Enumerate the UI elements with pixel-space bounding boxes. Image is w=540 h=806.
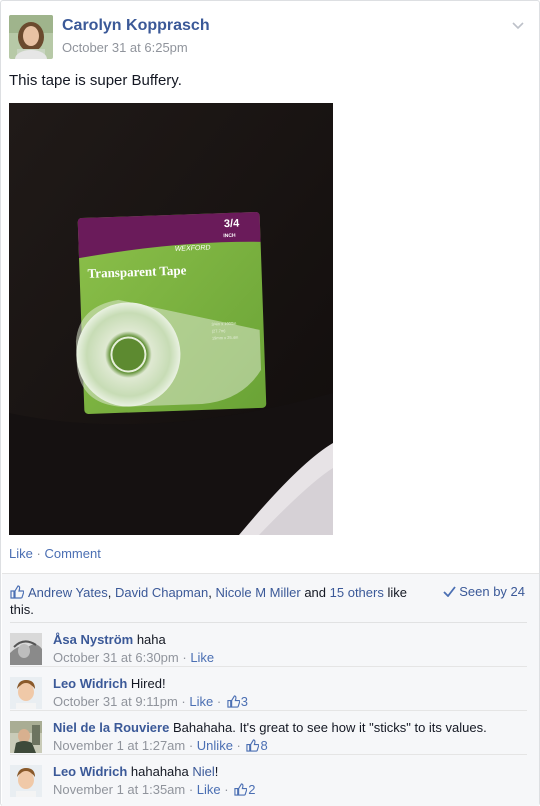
liker-name[interactable]: Nicole M Miller <box>215 585 300 600</box>
feedback-section: Andrew Yates, David Chapman, Nicole M Mi… <box>2 573 539 806</box>
author-name[interactable]: Carolyn Kopprasch <box>62 17 210 35</box>
comment-like-link[interactable]: Like <box>189 694 213 709</box>
thumbs-up-icon <box>227 695 240 708</box>
comment-timestamp[interactable]: November 1 at 1:27am <box>53 738 185 753</box>
like-link[interactable]: Like <box>9 546 33 561</box>
comment-text: Bahahaha. It's great to see how it "stic… <box>172 720 487 735</box>
mention-link[interactable]: Niel <box>192 764 214 779</box>
comment-text: hahahaha <box>130 764 189 779</box>
post-text: This tape is super Buffery. <box>9 72 182 89</box>
comment-timestamp[interactable]: October 31 at 6:30pm <box>53 650 179 665</box>
comment-like-count[interactable]: 8 <box>260 738 267 753</box>
comment-item: Leo Widrich hahahaha Niel! November 1 at… <box>10 754 527 798</box>
seen-by[interactable]: Seen by 24 <box>443 584 525 599</box>
package-size: 3/4 <box>224 218 241 231</box>
commenter-name[interactable]: Leo Widrich <box>53 676 127 691</box>
comment-timestamp[interactable]: October 31 at 9:11pm <box>53 694 178 709</box>
check-icon <box>443 586 456 597</box>
comment-text: haha <box>136 632 166 647</box>
post-actions: Like · Comment <box>9 546 101 561</box>
comment-text: Hired! <box>130 676 166 691</box>
comment-list: Åsa Nyström haha October 31 at 6:30pm · … <box>2 622 539 798</box>
commenter-name[interactable]: Niel de la Rouviere <box>53 720 169 735</box>
package-brand: WEXFORD <box>175 245 211 253</box>
comment-link[interactable]: Comment <box>44 546 100 561</box>
post-photo[interactable]: 3/4 INCH WEXFORD Transparent Tape 3/4in … <box>9 103 333 535</box>
thumbs-up-icon <box>10 585 24 599</box>
post-header: Carolyn Kopprasch October 31 at 6:25pm <box>9 13 529 59</box>
thumbs-up-icon <box>246 739 260 752</box>
commenter-name[interactable]: Leo Widrich <box>53 764 127 779</box>
package-size-unit: INCH <box>223 233 236 239</box>
comment-unlike-link[interactable]: Unlike <box>197 738 233 753</box>
commenter-avatar[interactable] <box>10 765 42 797</box>
liker-name[interactable]: David Chapman <box>115 585 208 600</box>
comment-item: Niel de la Rouviere Bahahaha. It's great… <box>10 710 527 754</box>
others-link[interactable]: 15 others <box>330 585 384 600</box>
thumbs-up-icon <box>234 783 248 796</box>
commenter-avatar[interactable] <box>10 633 42 665</box>
comment-item: Leo Widrich Hired! October 31 at 9:11pm … <box>10 666 527 710</box>
comment-like-link[interactable]: Like <box>197 782 221 797</box>
post-timestamp[interactable]: October 31 at 6:25pm <box>62 40 188 55</box>
chevron-down-icon[interactable] <box>511 19 525 33</box>
comment-like-link[interactable]: Like <box>190 650 214 665</box>
comment-like-count[interactable]: 2 <box>248 782 255 797</box>
comment-like-count[interactable]: 3 <box>241 694 248 709</box>
comment-timestamp[interactable]: November 1 at 1:35am <box>53 782 185 797</box>
commenter-name[interactable]: Åsa Nyström <box>53 632 133 647</box>
author-avatar[interactable] <box>9 15 53 59</box>
liker-name[interactable]: Andrew Yates <box>28 585 108 600</box>
commenter-avatar[interactable] <box>10 677 42 709</box>
separator: · <box>36 546 41 561</box>
post-card: Carolyn Kopprasch October 31 at 6:25pm T… <box>0 0 540 806</box>
comment-item: Åsa Nyström haha October 31 at 6:30pm · … <box>10 622 527 666</box>
likes-summary: Andrew Yates, David Chapman, Nicole M Mi… <box>10 585 407 617</box>
commenter-avatar[interactable] <box>10 721 42 753</box>
